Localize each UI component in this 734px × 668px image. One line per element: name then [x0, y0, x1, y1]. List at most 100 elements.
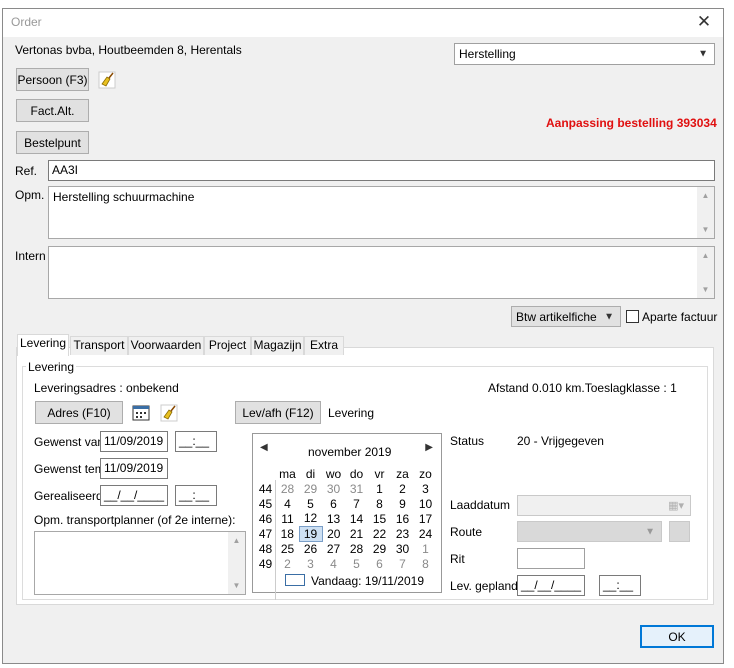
broom-icon[interactable]: [159, 403, 179, 423]
aparte-factuur-checkbox[interactable]: [626, 310, 639, 323]
calendar-day[interactable]: 24: [414, 526, 437, 541]
ref-input[interactable]: AA3I: [48, 160, 715, 181]
calendar-day[interactable]: 2: [276, 556, 299, 571]
calendar-day[interactable]: 3: [414, 481, 437, 496]
persoon-button[interactable]: Persoon (F3): [16, 68, 89, 91]
status-label: Status: [450, 434, 485, 448]
calendar-day[interactable]: 4: [276, 496, 299, 511]
calendar-day[interactable]: 18: [276, 526, 299, 541]
adres-button[interactable]: Adres (F10): [35, 401, 123, 424]
intern-textarea[interactable]: ▲ ▼: [48, 246, 715, 299]
scroll-up-icon[interactable]: ▲: [228, 532, 245, 549]
scroll-down-icon[interactable]: ▼: [697, 281, 714, 298]
calendar-day[interactable]: 26: [299, 541, 322, 556]
calendar-day[interactable]: 8: [414, 556, 437, 571]
calendar-dropdown-icon: ▦▾: [668, 500, 684, 512]
laaddatum-label: Laaddatum: [450, 498, 511, 512]
scroll-down-icon[interactable]: ▼: [697, 221, 714, 238]
calendar-day[interactable]: 4: [322, 556, 345, 571]
calendar-day[interactable]: 11: [276, 511, 299, 526]
calendar-day[interactable]: 27: [322, 541, 345, 556]
chevron-down-icon: ▼: [604, 311, 614, 322]
calendar-day[interactable]: 28: [276, 481, 299, 496]
calendar-day[interactable]: 6: [368, 556, 391, 571]
calendar-day[interactable]: 5: [345, 556, 368, 571]
calendar-day[interactable]: 22: [368, 526, 391, 541]
today-label[interactable]: Vandaag: 19/11/2019: [311, 574, 424, 588]
calendar-day[interactable]: 9: [391, 496, 414, 511]
calendar-day[interactable]: 20: [322, 526, 345, 541]
calendar-day[interactable]: 16: [391, 511, 414, 526]
calendar-day[interactable]: 1: [414, 541, 437, 556]
calendar-day[interactable]: 2: [391, 481, 414, 496]
route-label: Route: [450, 525, 483, 539]
gewenst-van-time[interactable]: __:__: [175, 431, 217, 452]
bestelpunt-button[interactable]: Bestelpunt: [16, 131, 89, 154]
tab-levering[interactable]: Levering: [17, 334, 69, 356]
intern-scrollbar[interactable]: ▲ ▼: [697, 247, 714, 298]
calendar-day[interactable]: 30: [391, 541, 414, 556]
calendar-day[interactable]: 7: [391, 556, 414, 571]
aparte-factuur-label: Aparte factuur: [642, 310, 718, 324]
calendar-day[interactable]: 28: [345, 541, 368, 556]
calendar-day[interactable]: 23: [391, 526, 414, 541]
ok-button[interactable]: OK: [640, 625, 714, 648]
tab-project[interactable]: Project: [204, 336, 251, 355]
calendar-day[interactable]: 1: [368, 481, 391, 496]
day-header: do: [349, 466, 364, 481]
rit-label: Rit: [450, 552, 465, 566]
calendar-day[interactable]: 8: [368, 496, 391, 511]
afstand-text: Afstand 0.010 km.Toeslagklasse : 1: [488, 381, 677, 395]
calendar-day[interactable]: 30: [322, 481, 345, 496]
gewenst-tem-date[interactable]: 11/09/2019: [100, 458, 168, 479]
calendar-day[interactable]: 14: [345, 511, 368, 526]
tab-magazijn[interactable]: Magazijn: [251, 336, 304, 355]
calendar-icon[interactable]: [131, 403, 151, 423]
calendar-day[interactable]: 29: [299, 481, 322, 496]
calendar-day[interactable]: 6: [322, 496, 345, 511]
calendar-day[interactable]: 31: [345, 481, 368, 496]
lev-gepland-date[interactable]: __/__/____: [517, 575, 585, 596]
scroll-down-icon[interactable]: ▼: [228, 577, 245, 594]
scroll-up-icon[interactable]: ▲: [697, 247, 714, 264]
calendar-day[interactable]: 29: [368, 541, 391, 556]
order-type-select[interactable]: Herstelling ▼: [454, 43, 715, 65]
calendar-day[interactable]: 3: [299, 556, 322, 571]
gerealiseerd-time[interactable]: __:__: [175, 485, 217, 506]
opm-textarea[interactable]: Herstelling schuurmachine ▲ ▼: [48, 186, 715, 239]
btw-value: Btw artikelfiche: [516, 310, 597, 324]
broom-icon[interactable]: [97, 70, 117, 90]
opm-label: Opm.: [15, 188, 45, 202]
calendar-day[interactable]: 25: [276, 541, 299, 556]
opm-transport-scrollbar[interactable]: ▲ ▼: [228, 532, 245, 594]
prev-month-icon[interactable]: ◀: [260, 442, 268, 453]
scroll-up-icon[interactable]: ▲: [697, 187, 714, 204]
calendar-day[interactable]: 21: [345, 526, 368, 541]
calendar-day-selected[interactable]: 19: [298, 525, 323, 542]
opm-scrollbar[interactable]: ▲ ▼: [697, 187, 714, 238]
tab-voorwaarden[interactable]: Voorwaarden: [128, 336, 204, 355]
opm-transport-textarea[interactable]: ▲ ▼: [34, 531, 246, 595]
tab-extra[interactable]: Extra: [304, 336, 344, 355]
gewenst-van-date[interactable]: 11/09/2019: [100, 431, 168, 452]
status-value: 20 - Vrijgegeven: [517, 434, 604, 448]
calendar-day[interactable]: 10: [414, 496, 437, 511]
lev-afh-button[interactable]: Lev/afh (F12): [235, 401, 321, 424]
calendar-day[interactable]: 5: [299, 496, 322, 511]
calendar-day[interactable]: 15: [368, 511, 391, 526]
tab-transport[interactable]: Transport: [70, 336, 128, 355]
calendar-day[interactable]: 13: [322, 511, 345, 526]
rit-input[interactable]: [517, 548, 585, 569]
day-header: za: [396, 466, 409, 481]
btw-select[interactable]: Btw artikelfiche ▼: [511, 306, 621, 327]
close-icon[interactable]: ✕: [693, 11, 715, 33]
lev-gepland-time[interactable]: __:__: [599, 575, 641, 596]
calendar-day[interactable]: 17: [414, 511, 437, 526]
calendar-day[interactable]: 7: [345, 496, 368, 511]
opm-text: Herstelling schuurmachine: [53, 190, 195, 204]
week-number: 45: [258, 496, 273, 511]
next-month-icon[interactable]: ▶: [425, 442, 433, 453]
fact-alt-button[interactable]: Fact.Alt.: [16, 99, 89, 122]
gerealiseerd-date[interactable]: __/__/____: [100, 485, 168, 506]
calendar-day[interactable]: 12: [299, 511, 322, 526]
